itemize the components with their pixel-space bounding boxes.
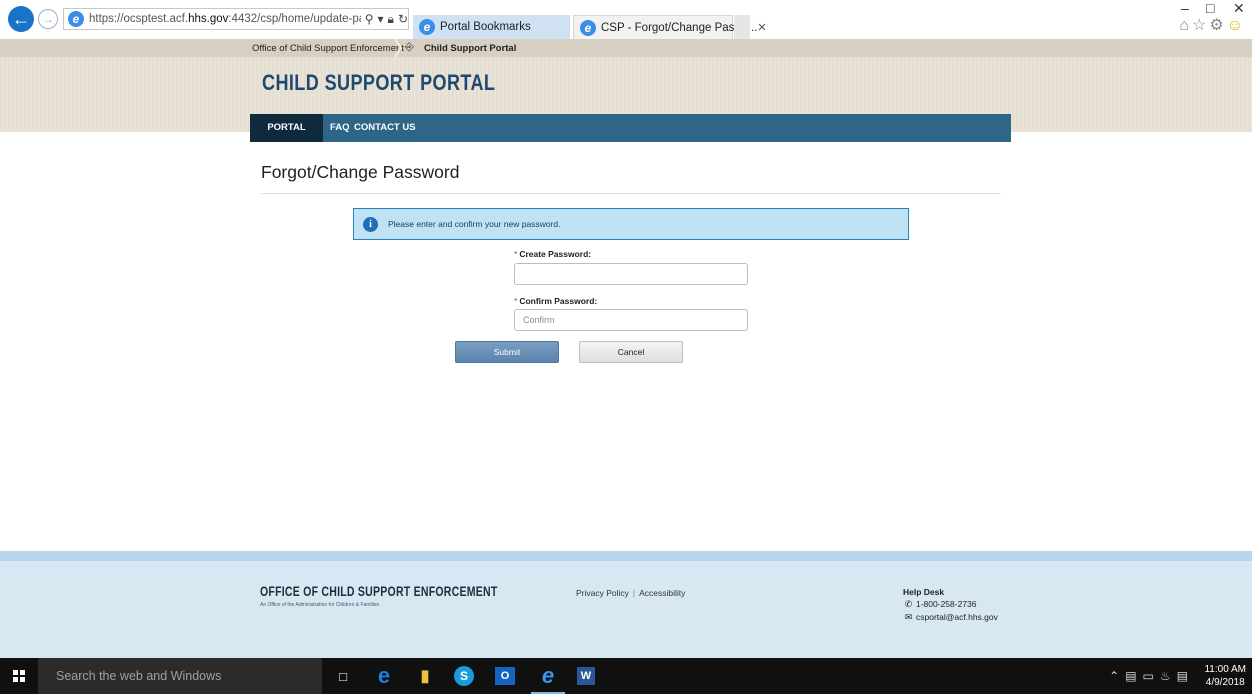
clock-date: 4/9/2018 xyxy=(1205,677,1245,688)
word-icon[interactable]: W xyxy=(577,667,595,685)
tab-label: Portal Bookmarks xyxy=(440,21,531,33)
footer xyxy=(0,561,1252,658)
cancel-button[interactable]: Cancel xyxy=(579,341,683,363)
breadcrumb: Office of Child Support Enforcement ⎆ Ch… xyxy=(0,39,1252,57)
clock-time: 11:00 AM xyxy=(1204,664,1246,675)
skype-icon[interactable]: S xyxy=(454,666,474,686)
create-password-field[interactable] xyxy=(514,263,748,285)
toolbar-icons: ⌂☆⚙☺ xyxy=(1179,15,1246,35)
nav-contact-us[interactable]: CONTACT US xyxy=(350,114,420,142)
ie-page-icon: e xyxy=(68,11,84,27)
chevron-up-icon[interactable]: ⌃ xyxy=(1109,669,1125,683)
windows-taskbar: Search the web and Windows □ e ▮ S O e W… xyxy=(0,658,1252,694)
info-alert: i Please enter and confirm your new pass… xyxy=(353,208,909,240)
smiley-icon[interactable]: ☺ xyxy=(1227,17,1246,34)
volume-icon[interactable]: ♨ xyxy=(1160,669,1177,683)
taskbar-clock[interactable]: 11:00 AM 4/9/2018 xyxy=(1204,663,1246,689)
portal-lock-icon: ⎆ xyxy=(405,41,414,53)
minimize-icon[interactable]: – xyxy=(1181,0,1189,16)
gear-icon[interactable]: ⚙ xyxy=(1209,17,1226,34)
info-message: Please enter and confirm your new passwo… xyxy=(388,219,561,229)
new-tab-button[interactable] xyxy=(734,15,750,39)
breadcrumb-portal[interactable]: Child Support Portal xyxy=(424,43,516,54)
footer-logo-title[interactable]: OFFICE OF CHILD SUPPORT ENFORCEMENT xyxy=(260,584,498,599)
link-separator: | xyxy=(632,588,636,598)
page-title: CHILD SUPPORT PORTAL xyxy=(262,70,496,95)
notification-icon[interactable]: ▤ xyxy=(1177,669,1194,683)
network-icon[interactable]: ▤ xyxy=(1125,669,1142,683)
heading-divider xyxy=(261,193,1001,194)
info-icon: i xyxy=(363,216,378,232)
restore-icon[interactable]: □ xyxy=(1206,0,1214,16)
address-bar[interactable]: e https://ocsptest.acf.hhs.gov:4432/csp/… xyxy=(63,8,409,30)
dropdown-icon[interactable]: ▾ xyxy=(378,12,384,26)
footer-top-strip xyxy=(0,551,1252,561)
create-password-label: * Create Password: xyxy=(514,249,592,259)
close-icon[interactable]: ✕ xyxy=(757,21,766,34)
privacy-policy-link[interactable]: Privacy Policy xyxy=(576,588,629,598)
back-button[interactable]: ← xyxy=(8,6,34,32)
breadcrumb-separator xyxy=(394,39,403,57)
file-explorer-icon[interactable]: ▮ xyxy=(413,664,437,688)
star-icon[interactable]: ☆ xyxy=(1192,17,1209,34)
edge-icon[interactable]: e xyxy=(372,663,396,688)
task-view-icon[interactable]: □ xyxy=(331,664,355,688)
tab-forgot-change-password[interactable]: e CSP - Forgot/Change Passw... ✕ xyxy=(573,15,767,39)
nav-portal-home[interactable]: PORTAL HOME xyxy=(250,114,323,161)
main-nav: PORTAL HOME FAQ CONTACT US xyxy=(250,114,1011,161)
forward-button[interactable]: → xyxy=(38,9,58,29)
battery-icon[interactable]: ▭ xyxy=(1143,669,1160,683)
outlook-icon[interactable]: O xyxy=(495,667,515,685)
browser-chrome: ← → e https://ocsptest.acf.hhs.gov:4432/… xyxy=(0,0,1252,39)
internet-explorer-icon[interactable]: e xyxy=(531,663,565,694)
helpdesk-title: Help Desk xyxy=(903,587,945,597)
tab-portal-bookmarks[interactable]: e Portal Bookmarks xyxy=(413,15,570,39)
confirm-password-label: * Confirm Password: xyxy=(514,296,598,306)
start-button[interactable] xyxy=(0,658,38,694)
required-marker: * xyxy=(514,249,518,259)
address-url[interactable]: https://ocsptest.acf.hhs.gov:4432/csp/ho… xyxy=(89,13,361,25)
refresh-icon[interactable]: ↻ xyxy=(398,12,408,26)
footer-links: Privacy Policy | Accessibility xyxy=(576,588,685,598)
windows-logo-icon xyxy=(13,670,25,682)
system-tray: ⌃▤▭♨▤ xyxy=(1109,669,1194,683)
lock-icon[interactable]: 🔒︎ xyxy=(388,12,394,27)
required-marker: * xyxy=(514,296,518,306)
ie-tab-icon: e xyxy=(419,19,435,35)
envelope-icon: ✉ xyxy=(904,612,913,622)
phone-icon: ✆ xyxy=(904,599,913,609)
page-heading: Forgot/Change Password xyxy=(261,162,460,182)
search-icon[interactable]: ⚲ xyxy=(365,12,374,26)
breadcrumb-ocse[interactable]: Office of Child Support Enforcement xyxy=(252,43,404,54)
home-icon[interactable]: ⌂ xyxy=(1179,17,1192,34)
submit-button[interactable]: Submit xyxy=(455,341,559,363)
helpdesk-phone: ✆ 1-800-258-2736 xyxy=(904,599,977,609)
footer-logo-subtitle: An Office of the Administration for Chil… xyxy=(260,602,380,608)
confirm-password-field[interactable] xyxy=(514,309,748,331)
ie-tab-icon: e xyxy=(580,19,596,36)
accessibility-link[interactable]: Accessibility xyxy=(639,588,685,598)
helpdesk-email[interactable]: ✉ csportal@acf.hhs.gov xyxy=(903,612,998,623)
taskbar-search[interactable]: Search the web and Windows xyxy=(38,658,322,694)
